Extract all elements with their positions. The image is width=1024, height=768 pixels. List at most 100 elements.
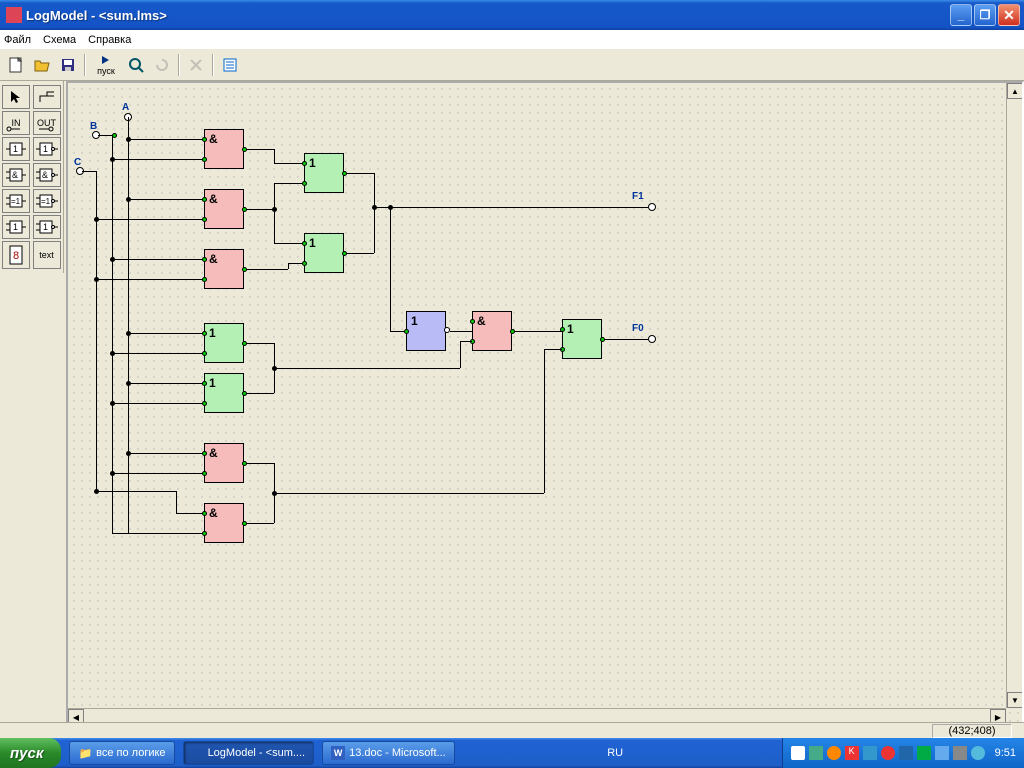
vertical-scrollbar[interactable]: ▲ ▼ xyxy=(1006,83,1022,708)
not-tool[interactable]: 1 xyxy=(33,137,61,161)
wire xyxy=(112,353,204,354)
pin xyxy=(202,401,207,406)
input-tool[interactable]: IN xyxy=(2,111,30,135)
not-gate-1[interactable]: 1 xyxy=(406,311,446,351)
tray-icon[interactable] xyxy=(881,746,895,760)
taskbar-task-2[interactable]: W 13.doc - Microsoft... xyxy=(322,741,455,765)
and-gate-5[interactable]: & xyxy=(204,503,244,543)
tray-icon[interactable] xyxy=(953,746,967,760)
output-tool[interactable]: OUT xyxy=(33,111,61,135)
pin xyxy=(242,341,247,346)
wire xyxy=(112,159,204,160)
svg-text:&: & xyxy=(42,170,48,180)
and-gate-1[interactable]: & xyxy=(204,129,244,169)
minimize-button[interactable]: _ xyxy=(950,4,972,26)
scroll-up-button[interactable]: ▲ xyxy=(1007,83,1023,99)
start-button[interactable]: пуск xyxy=(0,738,61,768)
wire xyxy=(602,339,648,340)
word-icon: W xyxy=(331,746,345,760)
wire xyxy=(176,513,204,514)
app-icon xyxy=(6,7,22,23)
wire xyxy=(128,117,129,533)
wire xyxy=(274,149,275,163)
wire-tool[interactable] xyxy=(33,85,61,109)
output-f0-port[interactable] xyxy=(648,335,656,343)
tray-icon[interactable] xyxy=(935,746,949,760)
and-gate-2[interactable]: & xyxy=(204,189,244,229)
and-gate-4[interactable]: & xyxy=(204,443,244,483)
delete-button[interactable] xyxy=(184,53,208,77)
wire xyxy=(344,253,374,254)
wire xyxy=(390,207,391,331)
menu-help[interactable]: Справка xyxy=(88,34,131,46)
wire xyxy=(82,171,96,172)
pin xyxy=(202,351,207,356)
or-gate-1[interactable]: 1 xyxy=(304,153,344,193)
wire xyxy=(374,173,375,253)
tray-icon[interactable]: K xyxy=(845,746,859,760)
svg-text:1: 1 xyxy=(43,144,48,154)
wire xyxy=(112,403,204,404)
pin xyxy=(202,217,207,222)
tray-icon[interactable] xyxy=(863,746,877,760)
display-tool[interactable]: 8 xyxy=(2,241,30,269)
titlebar: LogModel - <sum.lms> _ ❐ ✕ xyxy=(0,0,1024,30)
pin xyxy=(242,147,247,152)
taskbar-task-0[interactable]: 📁 все по логике xyxy=(69,741,174,765)
or-tool[interactable]: 1 xyxy=(2,215,30,239)
zoom-button[interactable] xyxy=(124,53,148,77)
and-tool[interactable]: & xyxy=(2,163,30,187)
language-indicator[interactable]: RU xyxy=(603,745,627,761)
pin xyxy=(202,531,207,536)
pin xyxy=(202,157,207,162)
status-coords: (432;408) xyxy=(932,724,1012,738)
clock[interactable]: 9:51 xyxy=(995,747,1016,759)
wire xyxy=(128,333,204,334)
or-gate-3[interactable]: 1 xyxy=(204,323,244,363)
pin xyxy=(202,471,207,476)
tray-icon[interactable] xyxy=(971,746,985,760)
pin xyxy=(302,261,307,266)
refresh-button[interactable] xyxy=(150,53,174,77)
tray-icon[interactable] xyxy=(899,746,913,760)
list-button[interactable] xyxy=(218,53,242,77)
wire xyxy=(96,279,204,280)
wire xyxy=(112,259,204,260)
save-button[interactable] xyxy=(56,53,80,77)
tray-icon[interactable] xyxy=(791,746,805,760)
close-button[interactable]: ✕ xyxy=(998,4,1020,26)
menu-file[interactable]: Файл xyxy=(4,34,31,46)
wire xyxy=(128,199,204,200)
xor-tool[interactable]: =1 xyxy=(2,189,30,213)
wire xyxy=(544,349,562,350)
nor-tool[interactable]: 1 xyxy=(33,215,61,239)
xnor-tool[interactable]: =1 xyxy=(33,189,61,213)
nand-tool[interactable]: & xyxy=(33,163,61,187)
open-button[interactable] xyxy=(30,53,54,77)
schematic-canvas[interactable]: A B C F1 F0 & & & 1 1 1 1 & & 1 & 1 xyxy=(68,83,1022,724)
pin xyxy=(242,461,247,466)
or-gate-2[interactable]: 1 xyxy=(304,233,344,273)
menu-schema[interactable]: Схема xyxy=(43,34,76,46)
wire xyxy=(244,393,274,394)
pointer-tool[interactable] xyxy=(2,85,30,109)
wire xyxy=(274,368,460,369)
buffer-tool[interactable]: 1 xyxy=(2,137,30,161)
text-tool[interactable]: text xyxy=(33,241,61,269)
maximize-button[interactable]: ❐ xyxy=(974,4,996,26)
and-gate-6[interactable]: & xyxy=(472,311,512,351)
wire xyxy=(96,219,204,220)
run-button[interactable]: пуск xyxy=(90,53,122,77)
output-f1-port[interactable] xyxy=(648,203,656,211)
new-button[interactable] xyxy=(4,53,28,77)
taskbar-task-1[interactable]: LogModel - <sum.... xyxy=(183,741,315,765)
scroll-down-button[interactable]: ▼ xyxy=(1007,692,1023,708)
or-gate-4[interactable]: 1 xyxy=(204,373,244,413)
tray-icon[interactable] xyxy=(827,746,841,760)
and-gate-3[interactable]: & xyxy=(204,249,244,289)
tray-icon[interactable] xyxy=(809,746,823,760)
wire xyxy=(244,343,274,344)
tray-icon[interactable] xyxy=(917,746,931,760)
or-gate-5[interactable]: 1 xyxy=(562,319,602,359)
wire xyxy=(244,523,274,524)
